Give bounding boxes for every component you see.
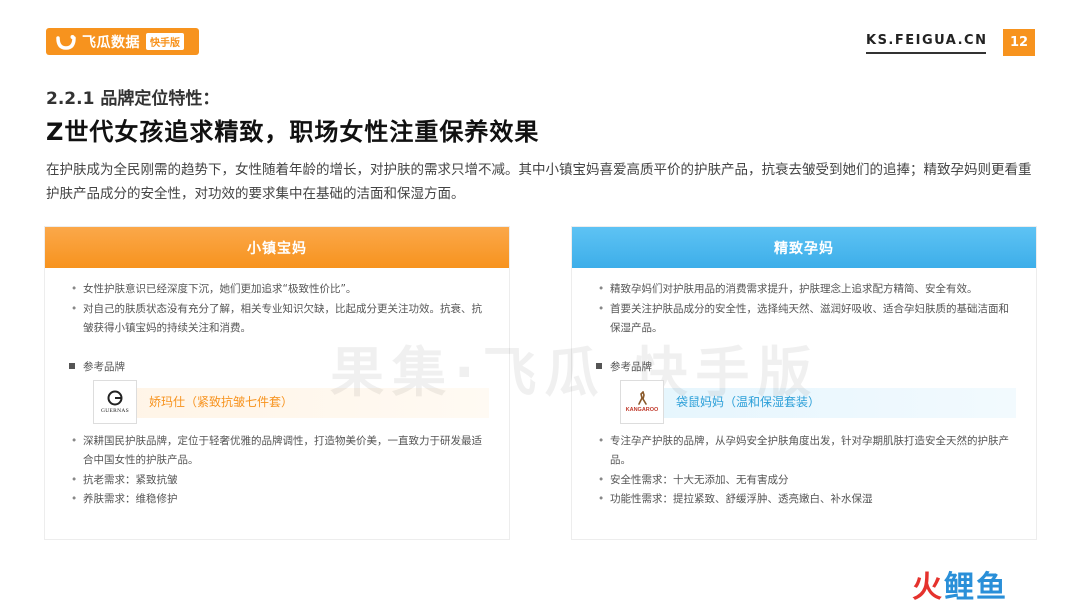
card-header: 精致孕妈 — [572, 227, 1036, 268]
list-item: 首要关注护肤品成分的安全性，选择纯天然、滋润好吸收、适合孕妇肤质的基础洁面和保湿… — [596, 300, 1016, 339]
corner-watermark-part1: 火 — [912, 570, 944, 605]
bullet-list: 精致孕妈们对护肤用品的消费需求提升，护肤理念上追求配方精简、安全有效。 首要关注… — [572, 280, 1036, 339]
bullet-list: 女性护肤意识已经深度下沉，她们更加追求“极致性价比”。 对自己的肤质状态没有充分… — [45, 280, 509, 339]
list-item: 女性护肤意识已经深度下沉，她们更加追求“极致性价比”。 — [69, 280, 489, 300]
list-item: 对自己的肤质状态没有充分了解，相关专业知识欠缺，比起成分更关注功效。抗衰、抗皱获… — [69, 300, 489, 339]
site-url[interactable]: KS.FEIGUA.CN — [866, 33, 987, 48]
card-header: 小镇宝妈 — [45, 227, 509, 268]
reference-brand-label: 参考品牌 — [83, 360, 125, 373]
intro-paragraph: 在护肤成为全民刚需的趋势下，女性随着年龄的增长，对护肤的需求只增不减。其中小镇宝… — [46, 162, 1032, 202]
square-bullet-icon — [596, 363, 602, 369]
logo-badge: 快手版 — [146, 33, 184, 50]
list-item: 抗老需求：紧致抗皱 — [69, 471, 489, 491]
kangaroo-icon — [638, 390, 647, 405]
list-item: 深耕国民护肤品牌，定位于轻奢优雅的品牌调性，打造物美价美，一直致力于研发最适合中… — [69, 432, 489, 471]
brand-logo-text: KANGAROO — [625, 406, 659, 413]
page-number: 12 — [1003, 29, 1035, 56]
brand-row: GUERNAS 娇玛仕（紧致抗皱七件套） — [69, 379, 489, 424]
corner-watermark: 火鲤鱼 — [912, 562, 1008, 606]
reference-brand-heading: 参考品牌 — [596, 359, 1036, 374]
page-title: Z世代女孩追求精致，职场女性注重保养效果 — [46, 118, 540, 146]
bullet-list: 专注孕产护肤的品牌，从孕妈安全护肤角度出发，针对孕期肌肤打造安全天然的护肤产品。… — [572, 432, 1036, 510]
list-item: 安全性需求：十大无添加、无有害成分 — [596, 471, 1016, 491]
feigua-logo: 飞瓜数据 快手版 — [46, 28, 199, 55]
brand-logo-kangaroo: KANGAROO — [620, 379, 664, 424]
list-item: 专注孕产护肤的品牌，从孕妈安全护肤角度出发，针对孕期肌肤打造安全天然的护肤产品。 — [596, 432, 1016, 471]
list-item: 养肤需求：维稳修护 — [69, 490, 489, 510]
card-refined-pregnant-moms: 精致孕妈 精致孕妈们对护肤用品的消费需求提升，护肤理念上追求配方精简、安全有效。… — [571, 226, 1037, 540]
brand-row: KANGAROO 袋鼠妈妈（温和保湿套装） — [596, 379, 1016, 424]
reference-brand-label: 参考品牌 — [610, 360, 652, 373]
logo-text: 飞瓜数据 — [82, 34, 140, 51]
brand-logo-text: GUERNAS — [100, 407, 130, 414]
brand-name: 袋鼠妈妈（温和保湿套装） — [676, 395, 821, 409]
feigua-logo-icon — [56, 34, 76, 50]
bullet-list: 深耕国民护肤品牌，定位于轻奢优雅的品牌调性，打造物美价美，一直致力于研发最适合中… — [45, 432, 509, 510]
guernas-g-icon — [107, 390, 123, 405]
brand-logo-guernas: GUERNAS — [93, 379, 137, 424]
section-label: 2.2.1 品牌定位特性： — [46, 89, 220, 109]
reference-brand-heading: 参考品牌 — [69, 359, 509, 374]
card-small-town-moms: 小镇宝妈 女性护肤意识已经深度下沉，她们更加追求“极致性价比”。 对自己的肤质状… — [44, 226, 510, 540]
corner-watermark-part2: 鲤鱼 — [944, 570, 1008, 605]
list-item: 精致孕妈们对护肤用品的消费需求提升，护肤理念上追求配方精简、安全有效。 — [596, 280, 1016, 300]
square-bullet-icon — [69, 363, 75, 369]
list-item: 功能性需求：提拉紧致、舒缓浮肿、透亮嫩白、补水保湿 — [596, 490, 1016, 510]
site-url-underline — [866, 52, 986, 54]
brand-name: 娇玛仕（紧致抗皱七件套） — [149, 395, 294, 409]
